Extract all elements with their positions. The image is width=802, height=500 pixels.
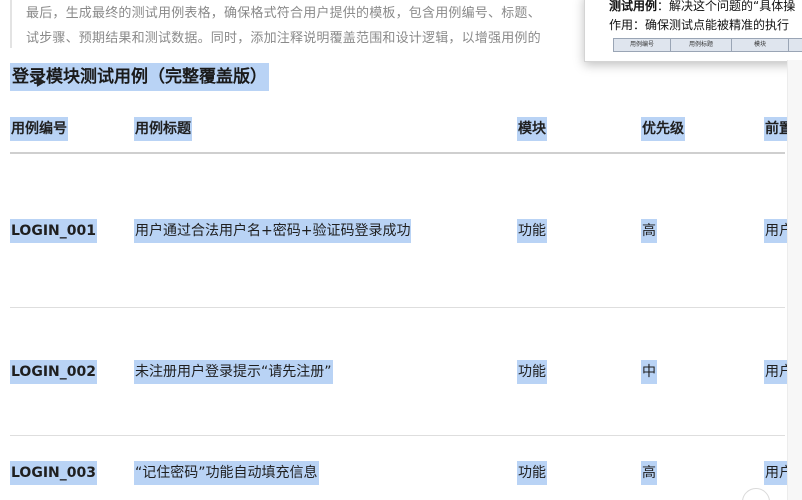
popup-label: 测试用例	[609, 0, 658, 13]
reference-popup[interactable]: 测试用例：解决这个问题的“具体操 作用：确保测试点能被精准的执行 用例编号 用例…	[584, 0, 802, 62]
popup-line-1: 测试用例：解决这个问题的“具体操	[609, 0, 795, 14]
popup-col: 用例编号	[614, 39, 671, 51]
popup-col: 用例标题	[671, 39, 732, 51]
row-divider	[10, 435, 785, 436]
document-view: 最后，生成最终的测试用例表格，确保格式符合用户提供的模板，包含用例编号、标题、 …	[0, 0, 802, 500]
cell-module[interactable]: 功能	[517, 360, 547, 384]
cell-precondition[interactable]: 用户	[764, 360, 787, 384]
floating-action-button[interactable]	[742, 488, 770, 500]
row-divider	[10, 307, 785, 308]
cell-module[interactable]: 功能	[517, 219, 547, 243]
popup-col	[789, 39, 802, 51]
col-header-id: 用例编号	[10, 117, 68, 141]
cell-module[interactable]: 功能	[517, 461, 547, 485]
cell-case-title[interactable]: 未注册用户登录提示“请先注册”	[134, 360, 333, 384]
cell-priority[interactable]: 高	[641, 219, 657, 243]
col-header-priority: 优先级	[641, 117, 685, 141]
intro-text-line-2: 试步骤、预期结果和测试数据。同时，添加注释说明覆盖范围和设计逻辑，以增强用例的	[26, 31, 541, 46]
intro-text-line-1: 最后，生成最终的测试用例表格，确保格式符合用户提供的模板，包含用例编号、标题、	[26, 6, 541, 21]
scrollbar-track[interactable]	[787, 60, 802, 500]
cell-precondition[interactable]: 用户	[764, 461, 787, 485]
cell-case-id[interactable]: LOGIN_003	[10, 461, 97, 485]
cell-case-title[interactable]: “记住密码”功能自动填充信息	[134, 461, 319, 485]
cell-case-id[interactable]: LOGIN_002	[10, 360, 97, 384]
col-header-module: 模块	[517, 117, 547, 141]
section-heading: 登录模块测试用例（完整覆盖版）	[10, 63, 269, 91]
cell-priority[interactable]: 中	[641, 360, 657, 384]
col-header-precondition: 前置	[764, 117, 787, 141]
popup-col: 模块	[732, 39, 789, 51]
col-header-title: 用例标题	[134, 117, 192, 141]
popup-line-2: 作用：确保测试点能被精准的执行	[609, 18, 790, 32]
popup-table-thumbnail: 用例编号 用例标题 模块	[613, 38, 802, 52]
cell-case-title[interactable]: 用户通过合法用户名+密码+验证码登录成功	[134, 219, 412, 243]
header-divider	[10, 152, 785, 154]
quote-bar	[10, 0, 12, 48]
cell-precondition[interactable]: 用户	[764, 219, 787, 243]
popup-line-1-text: ：解决这个问题的“具体操	[657, 0, 796, 13]
cell-priority[interactable]: 高	[641, 461, 657, 485]
cell-case-id[interactable]: LOGIN_001	[10, 219, 97, 243]
